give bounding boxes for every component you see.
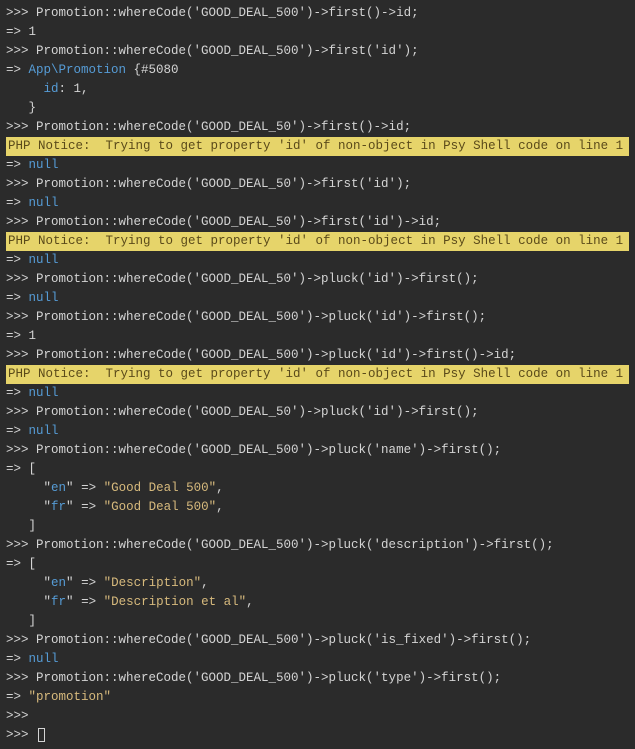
terminal-output[interactable]: >>> Promotion::whereCode('GOOD_DEAL_500'… [6,4,629,745]
terminal-line: => null [6,194,629,213]
terminal-line: "fr" => "Description et al", [6,593,629,612]
php-notice: PHP Notice: Trying to get property 'id' … [6,232,629,251]
terminal-line: >>> Promotion::whereCode('GOOD_DEAL_50')… [6,175,629,194]
php-notice: PHP Notice: Trying to get property 'id' … [6,365,629,384]
terminal-line: => App\Promotion {#5080 [6,61,629,80]
terminal-line: >>> Promotion::whereCode('GOOD_DEAL_500'… [6,308,629,327]
terminal-line: >>> Promotion::whereCode('GOOD_DEAL_50')… [6,118,629,137]
terminal-line: => null [6,156,629,175]
terminal-line: >>> Promotion::whereCode('GOOD_DEAL_500'… [6,441,629,460]
terminal-line: >>> Promotion::whereCode('GOOD_DEAL_500'… [6,346,629,365]
terminal-line: => 1 [6,327,629,346]
terminal-line: => null [6,384,629,403]
php-notice: PHP Notice: Trying to get property 'id' … [6,137,629,156]
terminal-line: } [6,99,629,118]
terminal-line: => null [6,289,629,308]
terminal-line: ] [6,612,629,631]
terminal-line: >>> Promotion::whereCode('GOOD_DEAL_500'… [6,4,629,23]
cursor [38,728,45,742]
terminal-line: "en" => "Description", [6,574,629,593]
terminal-line: => null [6,650,629,669]
terminal-line: >>> Promotion::whereCode('GOOD_DEAL_500'… [6,669,629,688]
terminal-line: => null [6,422,629,441]
terminal-line: => [ [6,555,629,574]
terminal-line: >>> Promotion::whereCode('GOOD_DEAL_50')… [6,403,629,422]
terminal-line: >>> Promotion::whereCode('GOOD_DEAL_50')… [6,270,629,289]
terminal-line: >>> Promotion::whereCode('GOOD_DEAL_500'… [6,631,629,650]
terminal-line: "en" => "Good Deal 500", [6,479,629,498]
terminal-line: => [ [6,460,629,479]
terminal-line: => "promotion" [6,688,629,707]
terminal-line: ] [6,517,629,536]
terminal-line: => 1 [6,23,629,42]
terminal-line: >>> Promotion::whereCode('GOOD_DEAL_500'… [6,42,629,61]
prompt-cursor-line[interactable]: >>> [6,726,629,745]
terminal-line: "fr" => "Good Deal 500", [6,498,629,517]
terminal-line: >>> Promotion::whereCode('GOOD_DEAL_500'… [6,536,629,555]
terminal-line: id: 1, [6,80,629,99]
terminal-line: => null [6,251,629,270]
terminal-line: >>> [6,707,629,726]
terminal-line: >>> Promotion::whereCode('GOOD_DEAL_50')… [6,213,629,232]
